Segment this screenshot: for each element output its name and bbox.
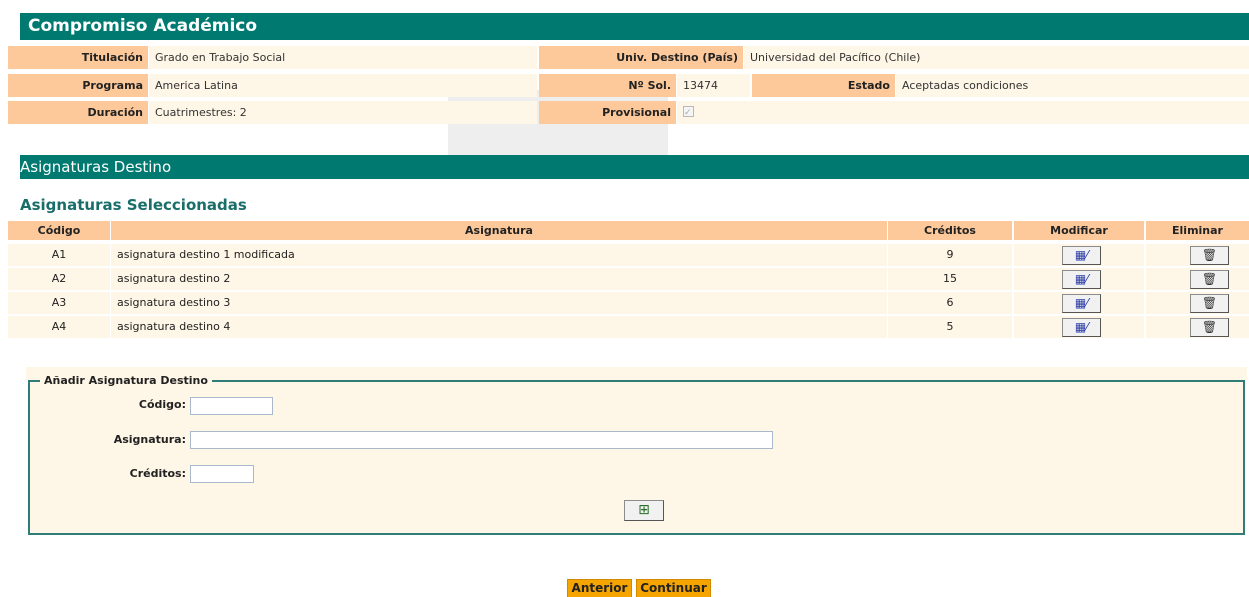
page-title: Compromiso Académico [20, 13, 1249, 40]
row-codigo: A1 [8, 244, 110, 266]
col-header-modificar: Modificar [1014, 221, 1144, 240]
trash-icon: 🗑 [1201, 272, 1218, 286]
univ-destino-value: Universidad del Pacífico (Chile) [744, 46, 1249, 69]
col-header-creditos: Créditos [888, 221, 1012, 240]
creditos-input[interactable] [190, 465, 254, 483]
titulacion-value: Grado en Trabajo Social [149, 46, 537, 69]
edit-icon: ▦⁄ [1074, 248, 1089, 262]
programa-value: America Latina [149, 74, 537, 97]
edit-button[interactable]: ▦⁄ [1062, 318, 1101, 337]
row-asignatura: asignatura destino 2 [111, 268, 887, 290]
edit-icon: ▦⁄ [1074, 320, 1089, 334]
row-codigo: A4 [8, 316, 110, 338]
creditos-label: Créditos: [129, 467, 186, 480]
codigo-label: Código: [138, 398, 186, 411]
row-codigo: A2 [8, 268, 110, 290]
asignatura-label: Asignatura: [113, 433, 186, 446]
row-creditos: 9 [888, 244, 1012, 266]
duracion-label: Duración [8, 101, 148, 124]
col-header-eliminar: Eliminar [1146, 221, 1249, 240]
nsol-label: Nº Sol. [539, 74, 676, 97]
row-asignatura: asignatura destino 1 modificada [111, 244, 887, 266]
codigo-input[interactable] [190, 397, 273, 415]
row-codigo: A3 [8, 292, 110, 314]
delete-button[interactable]: 🗑 [1190, 246, 1229, 265]
edit-button[interactable]: ▦⁄ [1062, 246, 1101, 265]
duracion-value: Cuatrimestres: 2 [149, 101, 537, 124]
trash-icon: 🗑 [1201, 296, 1218, 310]
anterior-button[interactable]: Anterior [567, 579, 632, 597]
delete-button[interactable]: 🗑 [1190, 318, 1229, 337]
titulacion-label: Titulación [8, 46, 148, 69]
add-row-icon: ⊞ [638, 502, 650, 518]
row-creditos: 5 [888, 316, 1012, 338]
row-asignatura: asignatura destino 3 [111, 292, 887, 314]
nsol-value: 13474 [677, 74, 750, 97]
estado-label: Estado [752, 74, 895, 97]
trash-icon: 🗑 [1201, 320, 1218, 334]
col-header-codigo: Código [8, 221, 110, 240]
edit-button[interactable]: ▦⁄ [1062, 294, 1101, 313]
row-asignatura: asignatura destino 4 [111, 316, 887, 338]
col-header-asignatura: Asignatura [111, 221, 887, 240]
edit-button[interactable]: ▦⁄ [1062, 270, 1101, 289]
row-creditos: 15 [888, 268, 1012, 290]
continuar-button[interactable]: Continuar [636, 579, 711, 597]
edit-icon: ▦⁄ [1074, 296, 1089, 310]
trash-icon: 🗑 [1201, 248, 1218, 262]
univ-destino-label: Univ. Destino (País) [539, 46, 743, 69]
selected-subjects-heading: Asignaturas Seleccionadas [20, 196, 247, 214]
add-subject-button[interactable]: ⊞ [624, 500, 664, 521]
provisional-value [677, 101, 1249, 124]
section-title: Asignaturas Destino [20, 155, 1249, 179]
asignatura-input[interactable] [190, 431, 773, 449]
edit-icon: ▦⁄ [1074, 272, 1089, 286]
estado-value: Aceptadas condiciones [896, 74, 1249, 97]
provisional-checkbox [683, 102, 694, 124]
delete-button[interactable]: 🗑 [1190, 270, 1229, 289]
row-creditos: 6 [888, 292, 1012, 314]
provisional-label: Provisional [539, 101, 676, 124]
programa-label: Programa [8, 74, 148, 97]
add-subject-legend: Añadir Asignatura Destino [40, 374, 212, 387]
delete-button[interactable]: 🗑 [1190, 294, 1229, 313]
